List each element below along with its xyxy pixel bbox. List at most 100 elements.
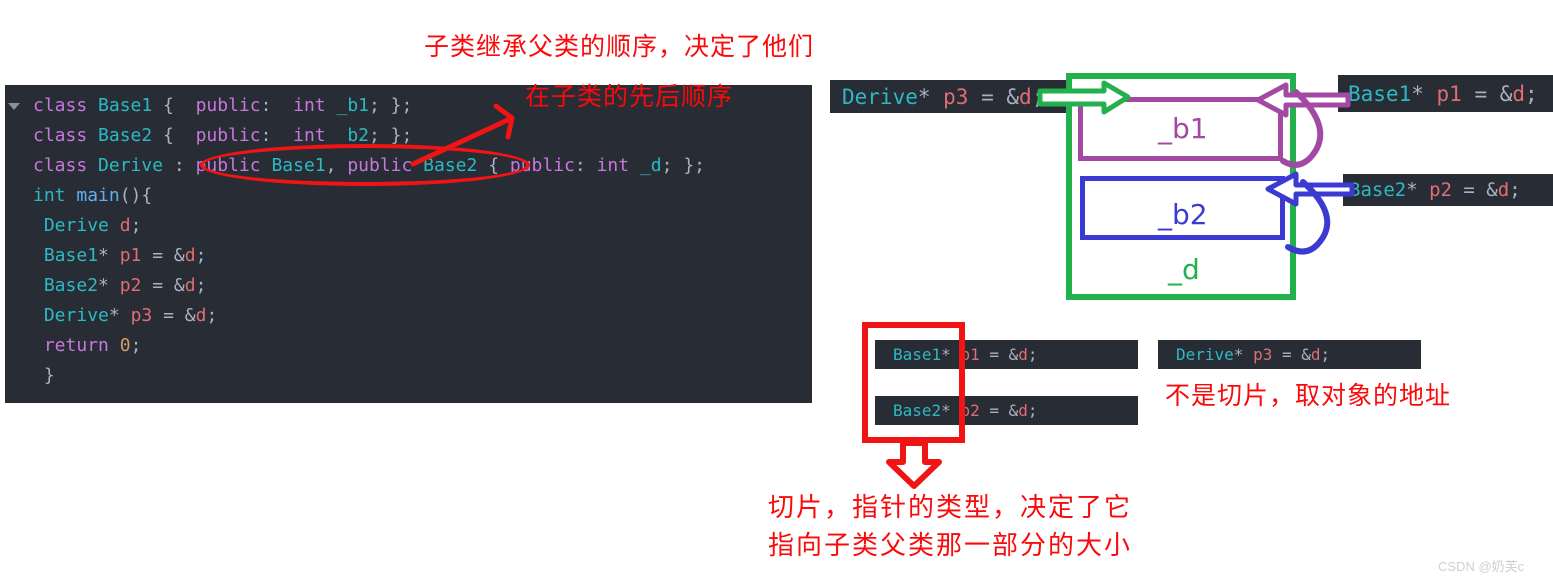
code-token: Base2 (98, 125, 153, 146)
code-token: { (152, 125, 196, 146)
code-token: d (1497, 179, 1510, 201)
code-token: = & (1451, 179, 1498, 201)
code-token: * (1233, 345, 1254, 364)
code-token: = & (1272, 345, 1311, 364)
code-token: int (293, 125, 326, 146)
code-token: ; }; (369, 125, 413, 146)
code-fold-triangle-icon[interactable] (8, 103, 20, 110)
code-token: ; (206, 305, 218, 326)
code-token: Base2 (1349, 179, 1407, 201)
annotation-bottom-line2: 指向子类父类那一部分的大小 (768, 531, 1133, 561)
code-token: = & (1461, 81, 1513, 106)
code-token: Derive (842, 84, 918, 109)
code-token: * (917, 84, 944, 109)
code-token: d (184, 245, 196, 266)
code-lines: class Base1 { public: int _b1; }; class B… (5, 91, 812, 391)
code-token: : (574, 155, 597, 176)
code-token: _d (639, 155, 662, 176)
code-token: : (163, 155, 196, 176)
code-token: class (33, 155, 99, 176)
code-token: p2 (1429, 179, 1452, 201)
code-token: int (293, 95, 326, 116)
code-token: d (1310, 345, 1321, 364)
code-token: Base1 (43, 245, 99, 266)
code-token: : (260, 125, 294, 146)
code-line: Derive* p3 = &d; (5, 301, 812, 331)
code-token: p1 (1436, 81, 1462, 106)
code-token: = & (979, 401, 1019, 420)
code-editor-panel[interactable]: class Base1 { public: int _b1; }; class B… (5, 85, 812, 403)
code-token: ; (130, 215, 142, 236)
code-token: p3 (1253, 345, 1273, 364)
code-token: Base1 (98, 95, 153, 116)
code-token: d (184, 275, 196, 296)
code-token: ; (1509, 179, 1521, 201)
field-label-b1: _b1 (1158, 112, 1208, 145)
code-token: ; (195, 245, 207, 266)
csdn-watermark: CSDN @奶芙c (1438, 559, 1525, 574)
code-token: int (33, 185, 77, 206)
code-token: ; (130, 335, 142, 356)
code-token: d (1019, 84, 1032, 109)
code-token: Derive (43, 215, 109, 236)
code-token: ; (195, 275, 207, 296)
chip-base2-p2-right: Base2 * p2 = & d; (1343, 174, 1553, 206)
code-token: int (596, 155, 630, 176)
code-line: } (5, 361, 812, 391)
code-token: d (1018, 345, 1028, 364)
code-token: = & (152, 305, 196, 326)
annotation-top-line1: 子类继承父类的顺序，决定了他们 (424, 32, 815, 61)
inheritance-order-highlight-ellipse (200, 144, 530, 186)
annotation-top-line2: 在子类的先后顺序 (525, 82, 734, 111)
red-down-arrow (886, 440, 942, 489)
code-token: = & (979, 345, 1019, 364)
code-token: d (119, 215, 131, 236)
code-token: class (33, 125, 99, 146)
field-label-d: _d (1168, 253, 1200, 286)
chip-derive-p3-bottom: Derive * p3 = & d; (1158, 340, 1421, 369)
code-line: int main(){ (5, 181, 812, 211)
code-token: Derive (43, 305, 109, 326)
field-label-b2: _b2 (1158, 198, 1208, 231)
chip-base1-p1-right: Base1 * p1 = & d; (1338, 75, 1553, 112)
code-token: ; (1031, 84, 1045, 109)
code-token: * (98, 275, 120, 296)
slicing-highlight-box (862, 322, 965, 443)
code-token: = & (968, 84, 1020, 109)
code-token: = & (141, 275, 185, 296)
code-token: d (1512, 81, 1526, 106)
code-token: Base2 (43, 275, 99, 296)
code-line: Base1* p1 = &d; (5, 241, 812, 271)
code-token: p2 (119, 275, 142, 296)
code-token: ; }; (369, 95, 413, 116)
code-token: ; (1027, 401, 1038, 420)
code-line: Derive d; (5, 211, 812, 241)
code-token: public (195, 95, 261, 116)
code-token: * (1411, 81, 1437, 106)
code-token: Derive (98, 155, 164, 176)
code-token: d (195, 305, 207, 326)
code-token: main (76, 185, 120, 206)
annotation-bottom-line1: 切片，指针的类型，决定了它 (768, 493, 1133, 523)
code-token: (){ (119, 185, 153, 206)
code-token: d (1018, 401, 1028, 420)
code-token: ; (1320, 345, 1331, 364)
code-token: { (152, 95, 196, 116)
code-token: * (1406, 179, 1430, 201)
code-token: p3 (943, 84, 969, 109)
code-line: Base2* p2 = &d; (5, 271, 812, 301)
chip-derive-p3-top: Derive * p3 = & d; (830, 80, 1070, 113)
code-token: * (108, 305, 131, 326)
code-token: _b1 (336, 95, 369, 116)
code-token: Base1 (1348, 81, 1412, 106)
code-token: public (195, 125, 261, 146)
code-token: p1 (119, 245, 142, 266)
code-token: p3 (130, 305, 153, 326)
